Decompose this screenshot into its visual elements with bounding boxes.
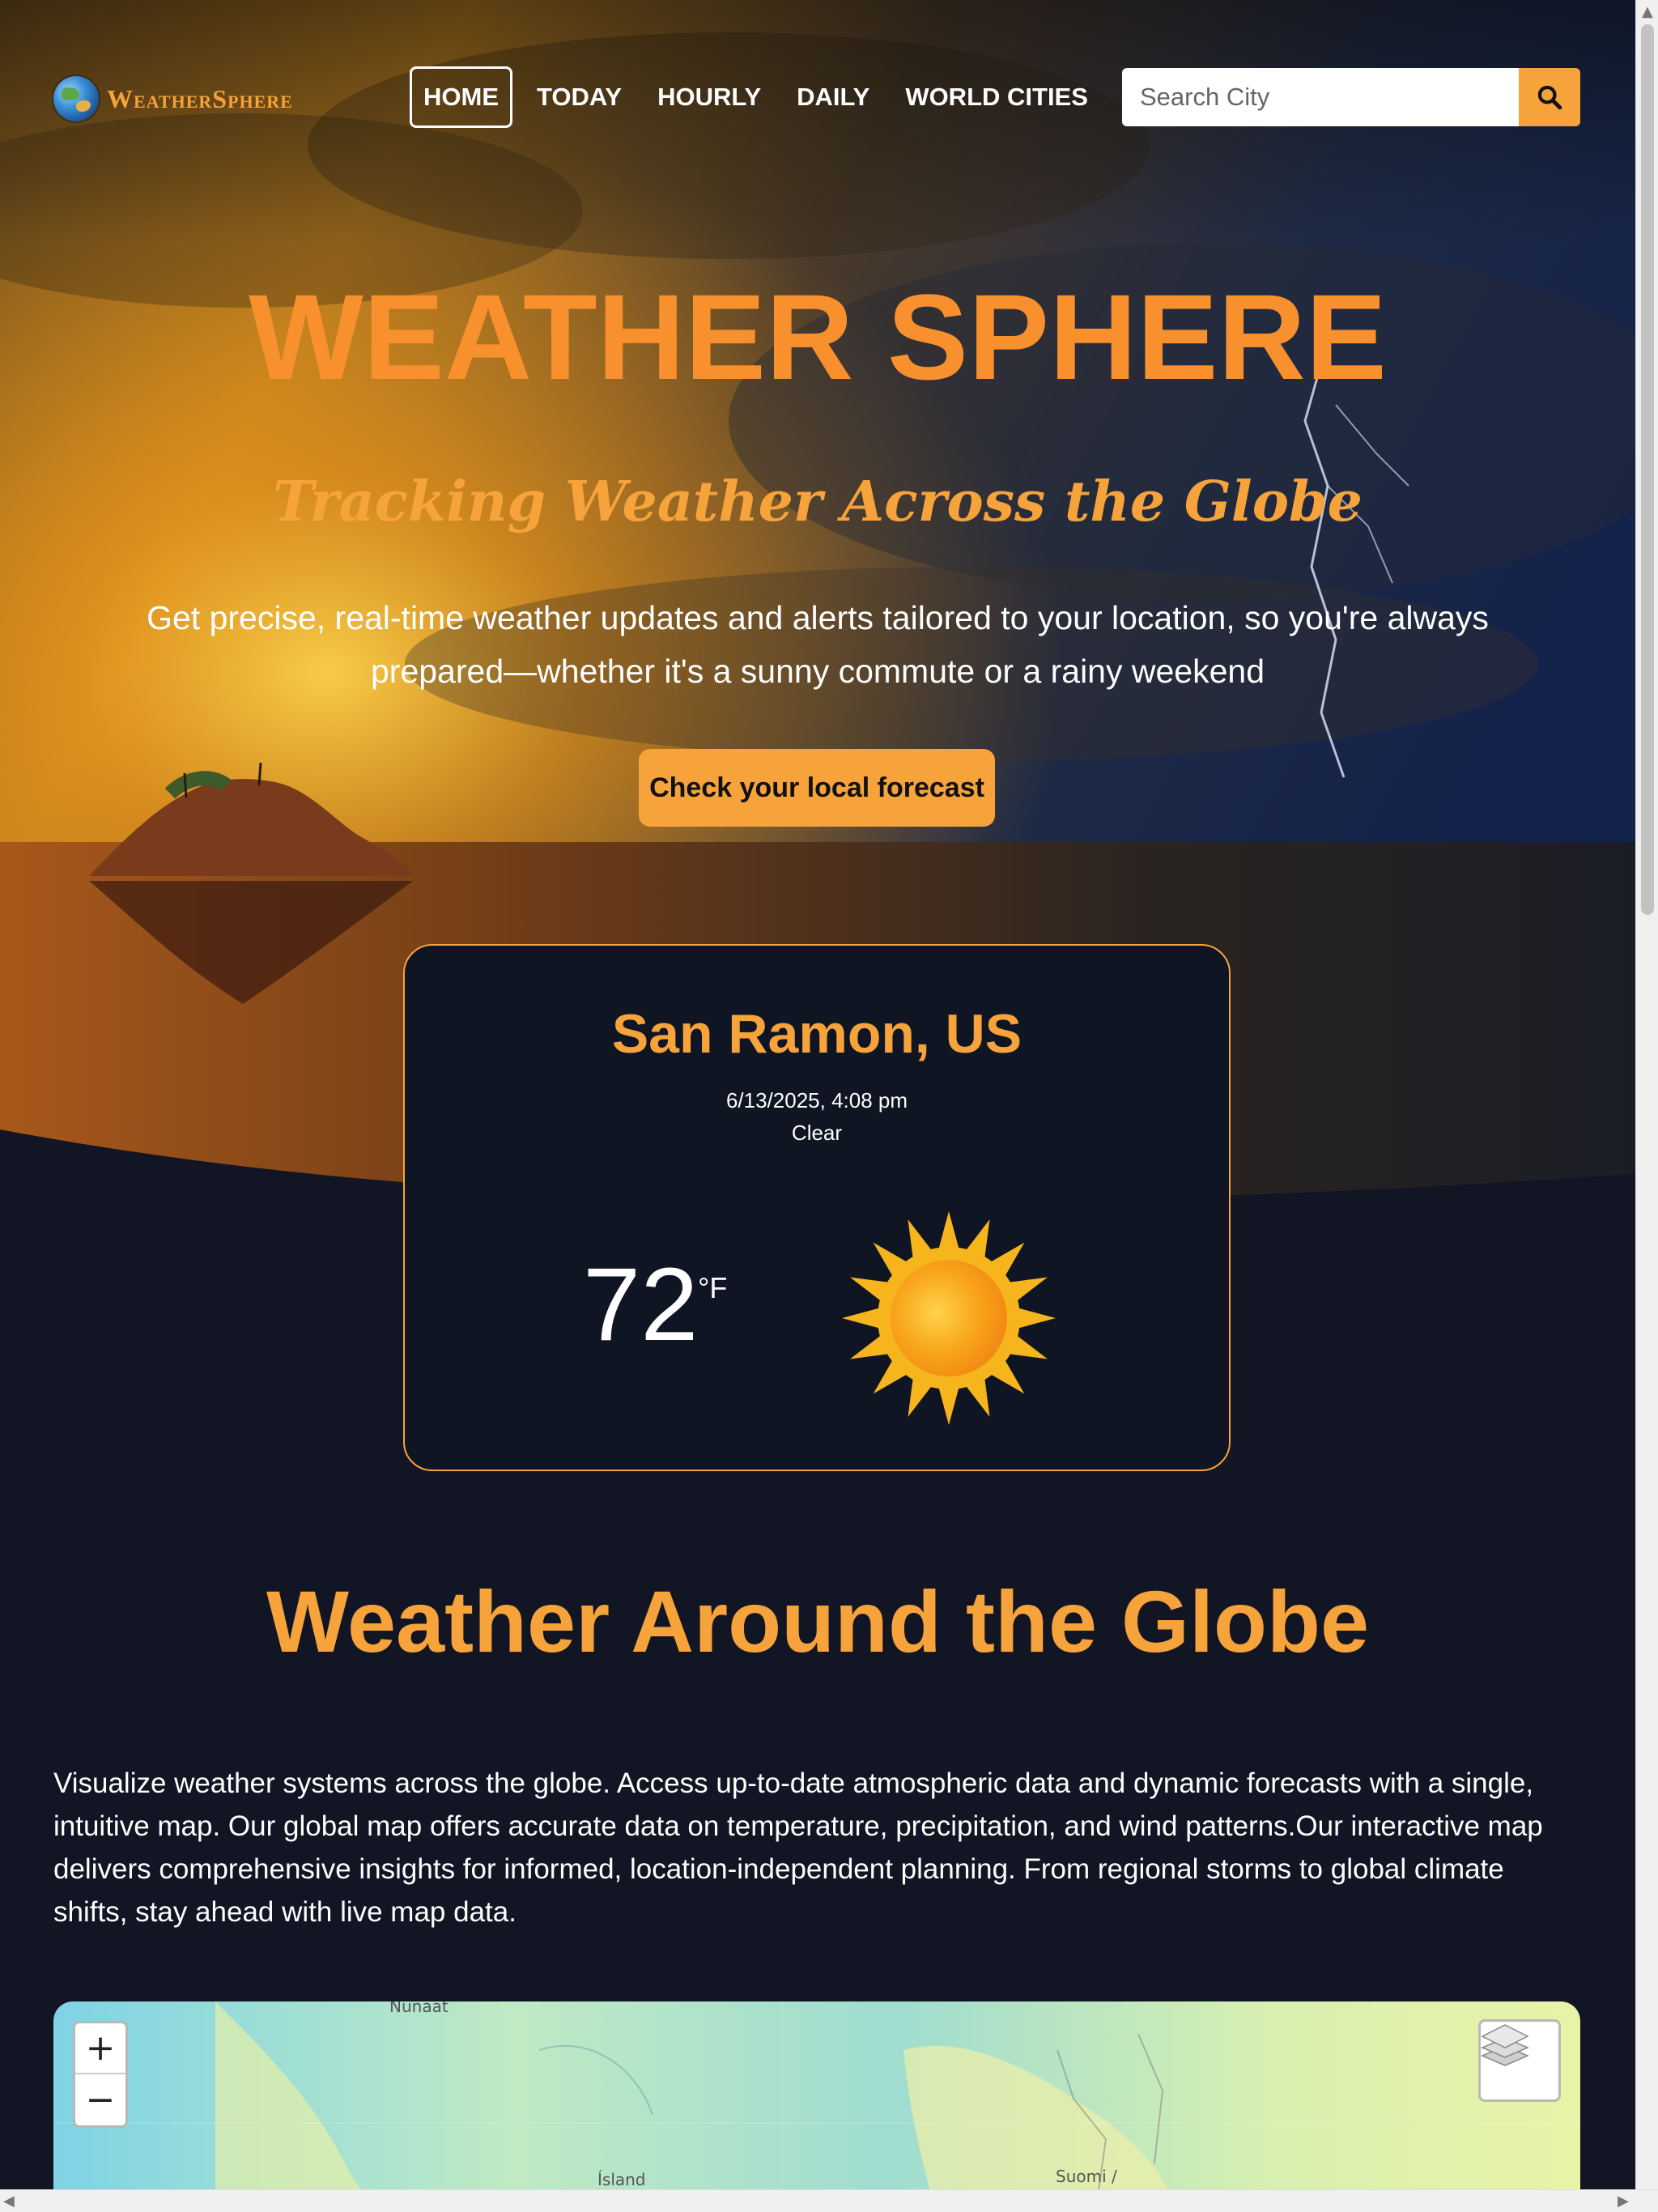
map-tiles (53, 2001, 1580, 2212)
globe-icon (53, 76, 99, 121)
hero-tagline: Tracking Weather Across the Globe (273, 470, 1363, 534)
hero-title: WEATHER SPHERE (249, 269, 1387, 405)
map-label-suomi: Suomi / (1056, 2167, 1117, 2186)
vertical-scrollbar[interactable]: ▲ (1635, 0, 1658, 2189)
nav-item-world-cities[interactable]: WORLD CITIES (894, 66, 1099, 128)
horizontal-scrollbar[interactable]: ◀ ▶ (0, 2189, 1658, 2212)
brand-logo[interactable]: WeatherSphere (53, 76, 293, 121)
city-name: San Ramon, US (611, 1003, 1022, 1065)
scroll-up-arrow-icon[interactable]: ▲ (1642, 3, 1653, 20)
sun-icon (842, 1211, 1056, 1425)
scroll-left-arrow-icon[interactable]: ◀ (3, 2193, 15, 2210)
nav-item-today[interactable]: TODAY (525, 66, 633, 128)
map-label-nunaat: Nunaat (389, 2001, 449, 2016)
temperature-unit: °F (698, 1271, 728, 1304)
temperature-value: 72 (583, 1247, 699, 1363)
check-local-forecast-button[interactable]: Check your local forecast (639, 749, 995, 827)
map-label-island: Ísland (597, 2170, 646, 2189)
local-datetime: 6/13/2025, 4:08 pm (725, 1088, 908, 1112)
search-icon (1537, 85, 1562, 110)
search-bar (1122, 68, 1580, 126)
globe-section-text: Visualize weather systems across the glo… (53, 1767, 1543, 1928)
vertical-scrollbar-thumb[interactable] (1641, 24, 1654, 915)
weather-map[interactable]: Nunaat Ísland Suomi / + − (53, 2001, 1580, 2212)
nav-item-hourly[interactable]: HOURLY (646, 66, 772, 128)
nav-item-home[interactable]: HOME (410, 66, 512, 128)
globe-section-title: Weather Around the Globe (266, 1572, 1370, 1670)
current-weather-card: San Ramon, US 6/13/2025, 4:08 pm Clear 7… (403, 944, 1231, 1471)
nav-item-daily[interactable]: DAILY (785, 66, 881, 128)
zoom-out-button[interactable]: − (75, 2074, 125, 2125)
search-input[interactable] (1122, 68, 1519, 126)
layers-icon (1481, 2024, 1529, 2066)
scroll-right-arrow-icon[interactable]: ▶ (1618, 2193, 1629, 2210)
search-button[interactable] (1519, 68, 1580, 126)
hero-description: Get precise, real-time weather updates a… (147, 599, 1489, 690)
brand-name: WeatherSphere (107, 83, 293, 113)
zoom-in-button[interactable]: + (75, 2023, 125, 2074)
map-layers-button[interactable] (1478, 2019, 1561, 2102)
weather-condition: Clear (791, 1121, 843, 1145)
map-zoom-control: + − (73, 2021, 128, 2128)
nav-links: HOME TODAY HOURLY DAILY WORLD CITIES (410, 66, 1112, 128)
top-navbar: WeatherSphere HOME TODAY HOURLY DAILY WO… (0, 0, 1635, 194)
